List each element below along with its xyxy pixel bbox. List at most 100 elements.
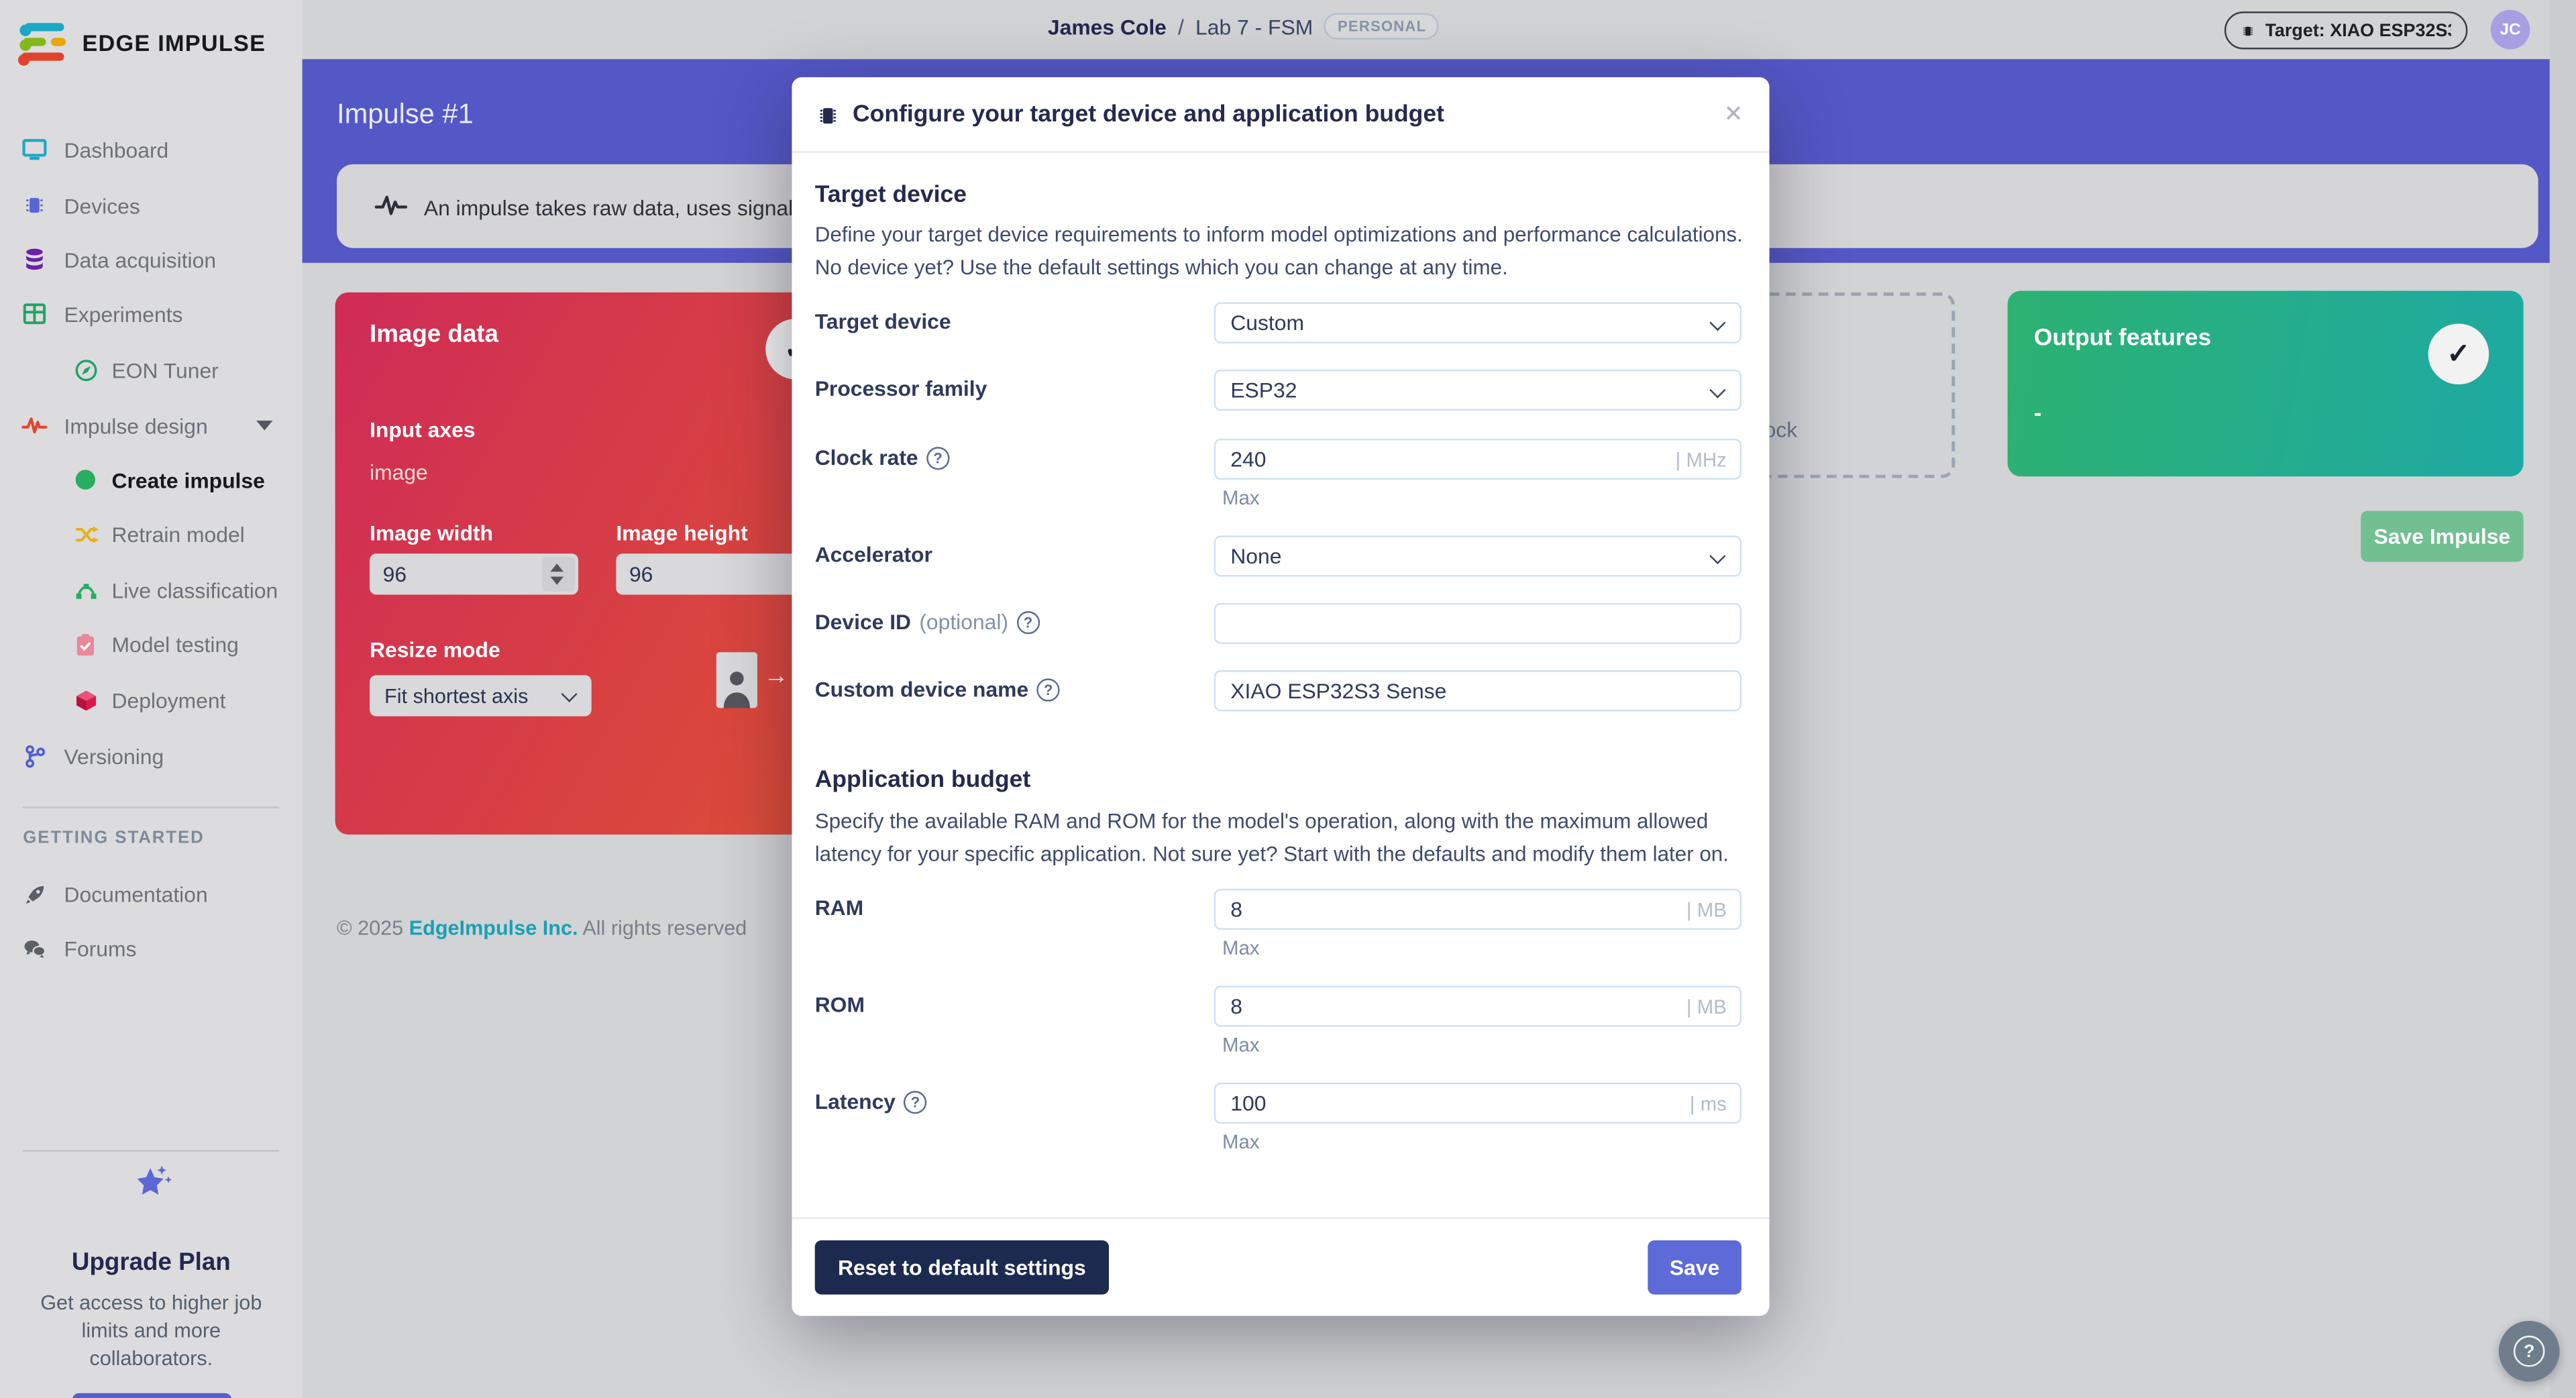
processor-family-select[interactable]: ESP32 xyxy=(1214,370,1741,411)
latency-max-link[interactable]: Max xyxy=(1222,1130,1260,1153)
chevron-down-icon xyxy=(561,686,577,702)
unit-suffix: | MB xyxy=(1686,995,1727,1018)
portrait-illustration xyxy=(716,652,757,708)
sidebar-item-label: Impulse design xyxy=(64,413,208,438)
upgrade-plan-description: Get access to higher job limits and more… xyxy=(26,1289,276,1373)
rom-label: ROM xyxy=(815,992,865,1017)
ram-max-link[interactable]: Max xyxy=(1222,936,1260,959)
sidebar-item-deployment[interactable]: Deployment xyxy=(0,682,303,718)
target-device-label: Target: XIAO ESP32S3 Se... xyxy=(2265,21,2451,40)
chip-icon xyxy=(2241,21,2255,40)
output-features-value: - xyxy=(2034,399,2041,425)
database-icon xyxy=(21,246,48,272)
image-width-input[interactable]: 96 xyxy=(370,553,578,594)
sidebar-item-impulse-design[interactable]: Impulse design xyxy=(0,407,303,443)
unit-suffix: | MHz xyxy=(1676,447,1727,470)
target-device-description: Define your target device requirements t… xyxy=(815,219,1747,283)
sidebar-item-experiments[interactable]: Experiments xyxy=(0,296,303,332)
device-id-label: Device ID (optional) ? xyxy=(815,610,1040,635)
application-budget-heading: Application budget xyxy=(815,767,1031,794)
optional-text: (optional) xyxy=(919,610,1008,635)
card-title: Image data xyxy=(370,321,498,349)
latency-input-wrap: | ms xyxy=(1214,1083,1741,1124)
latency-input[interactable] xyxy=(1230,1091,1739,1116)
rocket-icon xyxy=(21,881,48,907)
device-id-input[interactable] xyxy=(1230,611,1739,636)
sidebar-item-live-classification[interactable]: Live classification xyxy=(0,572,303,608)
copyright-suffix: All rights reserved xyxy=(578,917,747,940)
reset-defaults-button[interactable]: Reset to default settings xyxy=(815,1240,1109,1295)
ram-input-wrap: | MB xyxy=(1214,889,1741,930)
resize-mode-select[interactable]: Fit shortest axis xyxy=(370,676,592,716)
target-device-button[interactable]: Target: XIAO ESP32S3 Se... xyxy=(2224,11,2467,49)
image-width-label: Image width xyxy=(370,521,493,545)
breadcrumb-user[interactable]: James Cole xyxy=(1048,14,1167,39)
save-impulse-button[interactable]: Save Impulse xyxy=(2361,511,2523,562)
scrollbar-gutter[interactable] xyxy=(2550,0,2576,1398)
label-text: ROM xyxy=(815,992,865,1017)
help-button[interactable]: ? xyxy=(2499,1321,2560,1382)
accelerator-select[interactable]: None xyxy=(1214,535,1741,576)
chevron-down-icon xyxy=(1709,382,1725,398)
clock-rate-max-link[interactable]: Max xyxy=(1222,486,1260,509)
label-text: Latency xyxy=(815,1089,896,1114)
label-text: Accelerator xyxy=(815,542,932,567)
sidebar-item-model-testing[interactable]: Model testing xyxy=(0,626,303,662)
output-features-card: Output features - ✓ xyxy=(2008,290,2524,476)
view-plans-button[interactable]: View plans xyxy=(72,1393,231,1398)
branch-icon xyxy=(21,743,48,769)
input-axes-label: Input axes xyxy=(370,417,475,442)
ram-input[interactable] xyxy=(1230,897,1739,922)
top-bar: James Cole / Lab 7 - FSM PERSONAL Target… xyxy=(0,0,2576,59)
sidebar-item-versioning[interactable]: Versioning xyxy=(0,738,303,774)
label-text: Processor family xyxy=(815,376,987,401)
custom-device-name-label: Custom device name ? xyxy=(815,677,1060,702)
help-tooltip-icon[interactable]: ? xyxy=(1016,610,1039,633)
target-device-select[interactable]: Custom xyxy=(1214,303,1741,343)
bezier-icon xyxy=(72,577,99,603)
input-axes-value: image xyxy=(370,460,428,485)
divider xyxy=(792,151,1769,152)
sidebar-item-forums[interactable]: Forums xyxy=(0,930,303,966)
avatar[interactable]: JC xyxy=(2491,10,2530,50)
sidebar-item-retrain-model[interactable]: Retrain model xyxy=(0,516,303,552)
sidebar-item-create-impulse[interactable]: Create impulse xyxy=(0,462,303,498)
help-tooltip-icon[interactable]: ? xyxy=(926,446,949,469)
label-text: RAM xyxy=(815,896,864,920)
sidebar-item-label: Devices xyxy=(64,193,140,218)
shuffle-icon xyxy=(72,521,99,547)
sidebar-item-documentation[interactable]: Documentation xyxy=(0,875,303,912)
label-text: Clock rate xyxy=(815,445,918,470)
sidebar-item-devices[interactable]: Devices xyxy=(0,187,303,223)
sidebar-item-label: Model testing xyxy=(112,632,239,657)
chevron-down-icon xyxy=(1709,548,1725,564)
sidebar-item-eon-tuner[interactable]: EON Tuner xyxy=(0,352,303,388)
rom-max-link[interactable]: Max xyxy=(1222,1033,1260,1056)
sidebar-item-label: Create impulse xyxy=(112,468,265,492)
number-stepper[interactable] xyxy=(542,557,575,591)
sidebar-item-dashboard[interactable]: Dashboard xyxy=(0,131,303,168)
help-tooltip-icon[interactable]: ? xyxy=(904,1090,926,1113)
sidebar-item-label: Dashboard xyxy=(64,137,169,162)
save-button[interactable]: Save xyxy=(1648,1240,1741,1295)
help-tooltip-icon[interactable]: ? xyxy=(1036,678,1059,700)
close-icon[interactable]: ✕ xyxy=(1724,100,1743,128)
label-text: Device ID xyxy=(815,610,911,635)
chevron-down-icon xyxy=(1709,315,1725,331)
rom-input[interactable] xyxy=(1230,994,1739,1019)
sidebar-item-label: Deployment xyxy=(112,688,226,712)
unit-suffix: | ms xyxy=(1690,1091,1727,1114)
clock-rate-input[interactable] xyxy=(1230,447,1739,472)
modal-title: Configure your target device and applica… xyxy=(853,102,1444,128)
image-height-value: 96 xyxy=(629,562,653,587)
cube-icon xyxy=(72,687,99,713)
breadcrumb-project[interactable]: Lab 7 - FSM xyxy=(1195,14,1313,39)
custom-device-name-input[interactable] xyxy=(1230,678,1739,703)
sidebar-item-data-acquisition[interactable]: Data acquisition xyxy=(0,241,303,278)
chat-icon xyxy=(21,934,48,961)
chip-icon xyxy=(816,103,839,127)
company-link[interactable]: EdgeImpulse Inc. xyxy=(409,917,578,940)
unit-suffix: | MB xyxy=(1686,898,1727,920)
latency-label: Latency ? xyxy=(815,1089,927,1114)
check-icon: ✓ xyxy=(2447,337,2470,370)
